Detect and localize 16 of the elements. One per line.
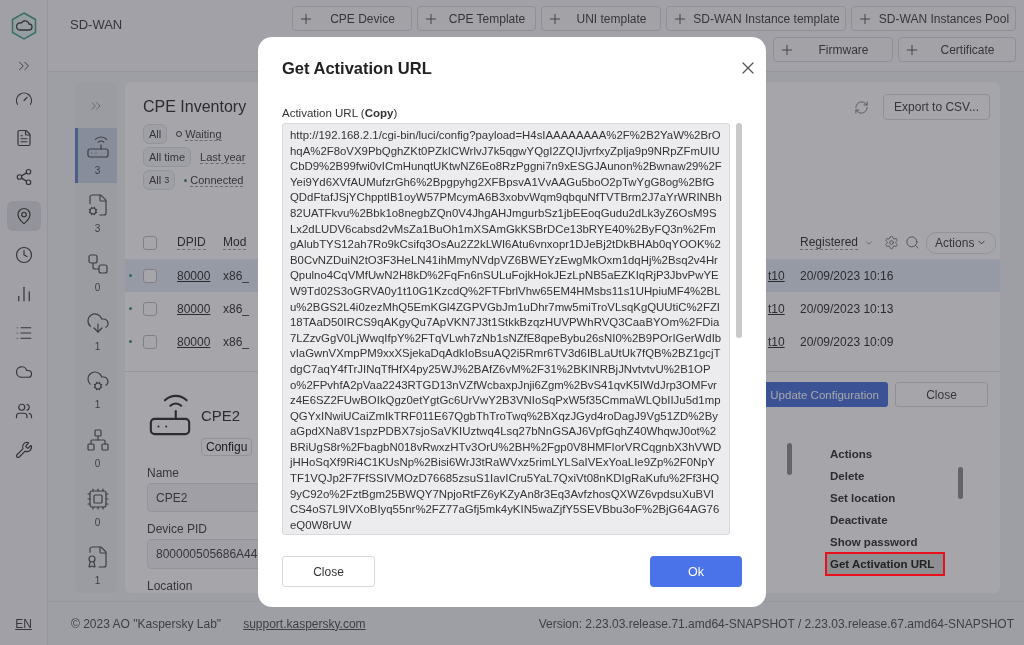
table-cell: x86_ (223, 301, 250, 316)
table-cell: x86_ (223, 268, 250, 283)
panel-title: CPE Inventory (143, 98, 247, 116)
dialog-title: Get Activation URL (282, 58, 432, 78)
device-name: CPE2 (201, 406, 241, 424)
table-cell: 20/09/2023 10:09 (800, 334, 894, 349)
table-cell: x86_ (223, 334, 250, 349)
field-label: Name (147, 465, 180, 480)
field-label: Location (147, 579, 194, 593)
copyright-text: © 2023 AO "Kaspersky Lab" (71, 616, 222, 631)
table-cell: 20/09/2023 10:13 (800, 301, 894, 316)
table-cell: 20/09/2023 10:16 (800, 268, 894, 283)
app-title: SD-WAN (70, 17, 123, 34)
field-label: Activation URL (Copy) (282, 107, 399, 119)
field-label: Device PID (147, 522, 209, 537)
version-text: Version: 2.23.03.release.71.amd64-SNAPSHOT / 2.23.03.release.67.amd64-SNAPSHOT (538, 616, 1014, 631)
